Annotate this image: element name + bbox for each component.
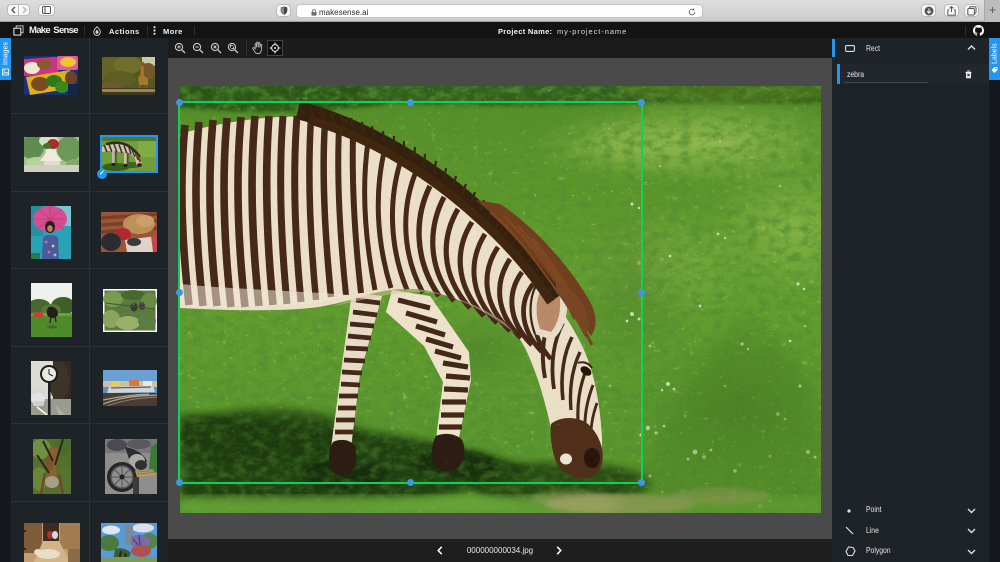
svg-text:Images: Images bbox=[3, 42, 10, 65]
svg-text:Labels: Labels bbox=[992, 43, 999, 64]
